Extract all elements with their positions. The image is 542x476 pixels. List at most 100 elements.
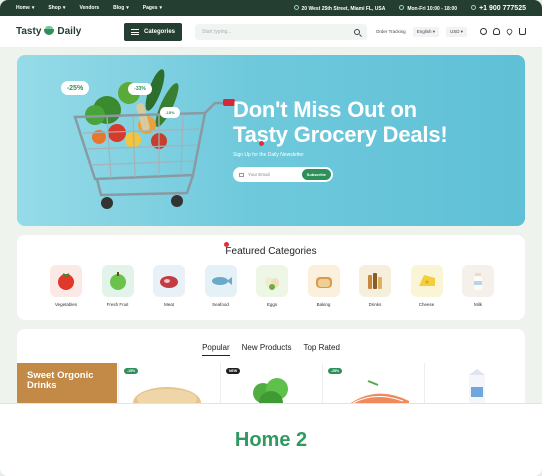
- drinks-icon: [359, 265, 391, 297]
- nav-vendors[interactable]: Vendors: [79, 5, 99, 11]
- nav-home-label: Home: [16, 5, 30, 11]
- main-header: Tasty Daily Categories Start typing... O…: [0, 16, 542, 48]
- location-icon: [293, 4, 299, 10]
- order-tracking-link[interactable]: Order Tracking: [376, 29, 406, 34]
- tab-new-products[interactable]: New Products: [242, 343, 292, 356]
- discount-badge: -33%: [128, 83, 152, 95]
- category-label: Baking: [316, 302, 331, 307]
- hero-subtitle: Sign Up for the Daily Newsletter: [233, 152, 304, 158]
- hero-title-line1: Don't Miss Out on: [233, 97, 417, 122]
- search-icon[interactable]: [354, 28, 360, 35]
- category-label: Drinks: [368, 302, 382, 307]
- featured-title: Featured Categories: [225, 246, 317, 257]
- logo-text-right: Daily: [57, 26, 82, 37]
- red-dot-decoration: [259, 141, 264, 146]
- nav-blog[interactable]: Blog ▾: [113, 5, 129, 11]
- category-label: Vegetables: [54, 302, 78, 307]
- category-list: Vegetables Fresh Fruit Meat Seafood Eggs Baki…: [50, 265, 494, 307]
- logo[interactable]: Tasty Daily: [16, 25, 124, 37]
- envelope-icon: [239, 172, 244, 177]
- currency-value: USD: [449, 28, 460, 34]
- phone-icon: [471, 4, 477, 10]
- category-label: Meat: [163, 302, 174, 307]
- category-item[interactable]: Eggs: [256, 265, 288, 307]
- cart-icon[interactable]: [519, 28, 526, 35]
- eggs-icon: [256, 265, 288, 297]
- address-text: 20 West 25th Street, Miami FL, USA: [301, 5, 386, 12]
- page-caption: Home 2: [0, 403, 542, 476]
- tab-popular[interactable]: Popular: [202, 343, 230, 356]
- language-value: English: [416, 28, 432, 34]
- address-item: 20 West 25th Street, Miami FL, USA: [293, 4, 386, 12]
- discount-badge: -15%: [160, 107, 180, 118]
- nav-pages[interactable]: Pages ▾: [143, 5, 162, 11]
- nav-vendors-label: Vendors: [79, 5, 100, 11]
- search-icon[interactable]: [480, 28, 487, 35]
- category-label: Milk: [474, 302, 482, 307]
- milk-icon: [462, 265, 494, 297]
- phone-item[interactable]: +1 900 777525: [471, 4, 526, 12]
- category-label: Fresh Fruit: [106, 302, 129, 307]
- email-input[interactable]: Your Email: [248, 172, 302, 177]
- nav-shop-label: Shop: [48, 5, 61, 11]
- nav-home[interactable]: Home ▾: [16, 5, 34, 11]
- red-dot-decoration: [224, 242, 229, 247]
- header-icons: [480, 27, 526, 36]
- categories-label: Categories: [143, 28, 175, 35]
- bowl-icon: [44, 25, 55, 35]
- clock-icon: [399, 4, 405, 10]
- currency-select[interactable]: USD ▾: [445, 26, 467, 37]
- top-nav: Home ▾ Shop ▾ Vendors Blog ▾ Pages ▾: [16, 5, 162, 11]
- phone-text: +1 900 777525: [479, 4, 526, 12]
- chevron-down-icon: ▾: [159, 5, 163, 11]
- chevron-down-icon: ▾: [31, 5, 35, 11]
- subscribe-button[interactable]: Subscribe: [301, 169, 331, 180]
- bread-icon: [307, 265, 340, 297]
- category-item[interactable]: Fresh Fruit: [101, 265, 134, 307]
- apple-icon: [101, 265, 134, 297]
- category-label: Eggs: [266, 302, 278, 307]
- discount-badge: -25%: [61, 81, 89, 95]
- hours-text: Mon-Fri 10:00 - 18:00: [407, 5, 458, 12]
- nav-pages-label: Pages: [142, 5, 158, 11]
- header-right: Order Tracking English ▾ USD ▾: [376, 26, 526, 37]
- language-select[interactable]: English ▾: [412, 26, 439, 37]
- promo-title: Sweet Orgonic Drinks: [27, 370, 94, 391]
- hours-item: Mon-Fri 10:00 - 18:00: [399, 4, 458, 12]
- hero-banner: -25% -33% -15% Don't Miss Out on Tasty G…: [17, 55, 525, 226]
- top-bar-info: 20 West 25th Street, Miami FL, USA Mon-F…: [293, 4, 526, 12]
- category-item[interactable]: Baking: [307, 265, 340, 307]
- nav-blog-label: Blog: [113, 5, 125, 11]
- category-label: Seafood: [212, 302, 229, 307]
- menu-icon: [130, 28, 139, 35]
- logo-text-left: Tasty: [16, 26, 42, 37]
- category-label: Cheese: [418, 302, 435, 307]
- heart-icon[interactable]: [505, 27, 514, 36]
- page-frame: Home ▾ Shop ▾ Vendors Blog ▾ Pages ▾ 20 West…: [0, 0, 542, 476]
- chevron-down-icon: ▾: [126, 5, 129, 11]
- category-item[interactable]: Milk: [462, 265, 494, 307]
- meat-icon: [153, 265, 185, 297]
- hero-title-line2: Tasty Grocery Deals!: [233, 122, 448, 147]
- chevron-down-icon: ▾: [62, 5, 66, 11]
- featured-categories: Featured Categories Vegetables Fresh Frui…: [17, 235, 525, 320]
- products-section: Popular New Products Top Rated Sweet Org…: [17, 329, 525, 409]
- fish-icon: [204, 265, 237, 297]
- newsletter-form: Your Email Subscribe: [233, 167, 333, 182]
- tab-top-rated[interactable]: Top Rated: [303, 343, 339, 356]
- nav-shop[interactable]: Shop ▾: [48, 5, 65, 11]
- category-item[interactable]: Vegetables: [50, 265, 82, 307]
- top-bar: Home ▾ Shop ▾ Vendors Blog ▾ Pages ▾ 20 West…: [0, 0, 542, 16]
- category-item[interactable]: Meat: [153, 265, 185, 307]
- category-item[interactable]: Cheese: [410, 265, 443, 307]
- category-item[interactable]: Drinks: [359, 265, 391, 307]
- categories-button[interactable]: Categories: [124, 22, 182, 41]
- category-item[interactable]: Seafood: [204, 265, 237, 307]
- hero-title: Don't Miss Out on Tasty Grocery Deals!: [233, 97, 448, 147]
- cheese-icon: [410, 265, 443, 297]
- user-icon[interactable]: [493, 28, 500, 35]
- search-input[interactable]: Start typing...: [195, 23, 367, 40]
- product-tabs: Popular New Products Top Rated: [17, 343, 525, 356]
- search-placeholder: Start typing...: [202, 28, 232, 35]
- tomato-icon: [50, 265, 82, 297]
